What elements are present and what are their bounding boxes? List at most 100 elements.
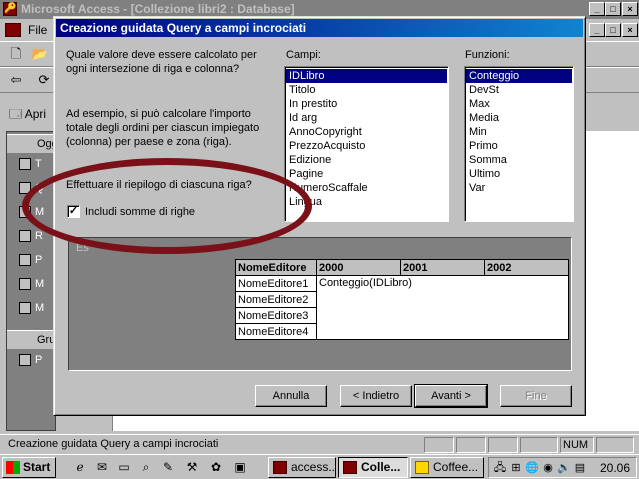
function-item[interactable]: DevSt: [466, 83, 572, 97]
doc-minimize-button[interactable]: _: [589, 23, 605, 37]
paint-icon[interactable]: ✿: [208, 459, 224, 475]
field-item[interactable]: Pagine: [286, 167, 447, 181]
cancel-button[interactable]: Annulla: [255, 385, 327, 407]
menu-file[interactable]: File: [28, 23, 47, 37]
search-icon[interactable]: ⌕: [138, 459, 154, 475]
field-item[interactable]: NumeroScaffale: [286, 181, 447, 195]
summary-question: Effettuare il riepilogo di ciascuna riga…: [66, 179, 252, 191]
status-cell-3: [488, 437, 518, 453]
query-icon: [19, 182, 31, 195]
open-object-icon: 🗔: [9, 107, 23, 121]
task-button-collezione[interactable]: Colle...: [338, 457, 408, 478]
edit-icon[interactable]: ✎: [160, 459, 176, 475]
access-window-title: Microsoft Access - [Collezione libri2 : …: [21, 2, 295, 16]
task-button-access[interactable]: access...: [268, 457, 336, 478]
scheduler-icon[interactable]: ⊞: [509, 461, 523, 475]
open-object-button[interactable]: 🗔 Apri: [9, 105, 46, 126]
object-item-modules[interactable]: M: [19, 302, 55, 320]
page-icon: [19, 254, 31, 267]
wizard-question: Quale valore deve essere calcolato per o…: [66, 49, 257, 75]
network-icon[interactable]: 🖧: [493, 461, 507, 475]
include-row-sums-checkbox[interactable]: ✓: [67, 205, 80, 218]
field-item[interactable]: PrezzoAcquisto: [286, 139, 447, 153]
object-item-reports[interactable]: R: [19, 230, 55, 248]
grid-row-header-title: NomeEditore: [235, 259, 317, 276]
tools-icon[interactable]: ⚒: [184, 459, 200, 475]
function-item[interactable]: Max: [466, 97, 572, 111]
doc-restore-button[interactable]: □: [605, 23, 621, 37]
next-button[interactable]: Avanti >: [414, 384, 488, 408]
grid-row-header: NomeEditore3: [235, 307, 317, 324]
field-item[interactable]: In prestito: [286, 97, 447, 111]
desktop-icon[interactable]: ▭: [116, 459, 132, 475]
grid-column-header: 2002: [484, 259, 569, 276]
volume-icon[interactable]: 🔊: [557, 461, 571, 475]
function-item[interactable]: Primo: [466, 139, 572, 153]
function-item[interactable]: Min: [466, 125, 572, 139]
internet-explorer-icon[interactable]: ℯ: [72, 459, 88, 475]
start-label: Start: [23, 460, 51, 474]
crosstab-preview-grid: NomeEditore 2000 2001 2002 NomeEditore1 …: [235, 259, 569, 340]
word-document-icon: [273, 461, 287, 474]
functions-listbox[interactable]: Conteggio DevSt Max Media Min Primo Somm…: [464, 66, 574, 222]
antivirus-icon[interactable]: ◉: [541, 461, 555, 475]
database-doc-icon: [5, 23, 21, 37]
taskbar: Start ℯ ✉ ▭ ⌕ ✎ ⚒ ✿ ▣ access... Colle...…: [0, 454, 639, 479]
num-lock-indicator: NUM: [560, 437, 594, 453]
sample-preview-panel: Es NomeEditore 2000 2001 2002 NomeEditor…: [68, 237, 572, 371]
function-item[interactable]: Somma: [466, 153, 572, 167]
access-app-icon: 🔑: [3, 2, 17, 16]
open-folder-icon[interactable]: 📂: [30, 44, 50, 64]
open-object-label: Apri: [24, 107, 47, 121]
object-item-tables[interactable]: T: [19, 158, 55, 176]
favorites-icon: [19, 354, 31, 367]
field-item[interactable]: IDLibro: [286, 69, 447, 83]
object-item-pages[interactable]: P: [19, 254, 55, 272]
field-item[interactable]: Id arg: [286, 111, 447, 125]
grid-column-header: 2001: [400, 259, 485, 276]
fields-listbox[interactable]: IDLibro Titolo In prestito Id arg AnnoCo…: [284, 66, 449, 222]
access-close-button[interactable]: ×: [622, 2, 638, 16]
access-maximize-button[interactable]: □: [605, 2, 621, 16]
program-icon[interactable]: ▣: [232, 459, 248, 475]
grid-column-header: 2000: [316, 259, 401, 276]
grid-row-header: NomeEditore1: [235, 275, 317, 292]
wizard-example: Ad esempio, si può calcolare l'importo t…: [66, 108, 260, 148]
system-clock[interactable]: 20.06: [600, 461, 630, 475]
function-item[interactable]: Var: [466, 181, 572, 195]
fields-label: Campi:: [286, 49, 321, 61]
field-item[interactable]: Lingua: [286, 195, 447, 209]
outlook-icon[interactable]: ✉: [94, 459, 110, 475]
finish-button[interactable]: Fine: [500, 385, 572, 407]
object-item-macros[interactable]: M: [19, 278, 55, 296]
new-icon[interactable]: 🗋: [6, 44, 26, 64]
objects-category-header[interactable]: Ogg: [7, 134, 58, 154]
status-bar: Creazione guidata Query a campi incrocia…: [0, 434, 639, 454]
object-item-forms[interactable]: M: [19, 206, 55, 224]
object-item-queries[interactable]: Q: [19, 182, 55, 200]
back-arrow-icon[interactable]: ⇦: [6, 70, 26, 90]
task-button-coffee[interactable]: Coffee...: [410, 457, 484, 478]
doc-close-button[interactable]: ×: [622, 23, 638, 37]
refresh-icon[interactable]: ⟳: [34, 70, 54, 90]
form-icon: [19, 206, 31, 219]
function-item[interactable]: Ultimo: [466, 167, 572, 181]
function-item[interactable]: Media: [466, 111, 572, 125]
crosstab-wizard-dialog: Creazione guidata Query a campi incrocia…: [53, 16, 586, 416]
function-item[interactable]: Conteggio: [466, 69, 572, 83]
status-cell-4: [520, 437, 558, 453]
group-item-favorites[interactable]: P: [19, 354, 55, 372]
globe-icon[interactable]: 🌐: [525, 461, 539, 475]
grid-value-cell: Conteggio(IDLibro): [316, 275, 569, 340]
access-minimize-button[interactable]: _: [589, 2, 605, 16]
groups-category-header[interactable]: Gru: [7, 330, 57, 350]
monitor-icon[interactable]: ▤: [573, 461, 587, 475]
field-item[interactable]: Edizione: [286, 153, 447, 167]
objects-bar: Ogg T Q M R P M M Gru P: [6, 131, 58, 431]
field-item[interactable]: AnnoCopyright: [286, 125, 447, 139]
functions-label: Funzioni:: [465, 49, 510, 61]
include-row-sums-label[interactable]: Includi somme di righe: [85, 205, 195, 219]
start-button[interactable]: Start: [2, 457, 56, 478]
back-button[interactable]: < Indietro: [340, 385, 412, 407]
field-item[interactable]: Titolo: [286, 83, 447, 97]
